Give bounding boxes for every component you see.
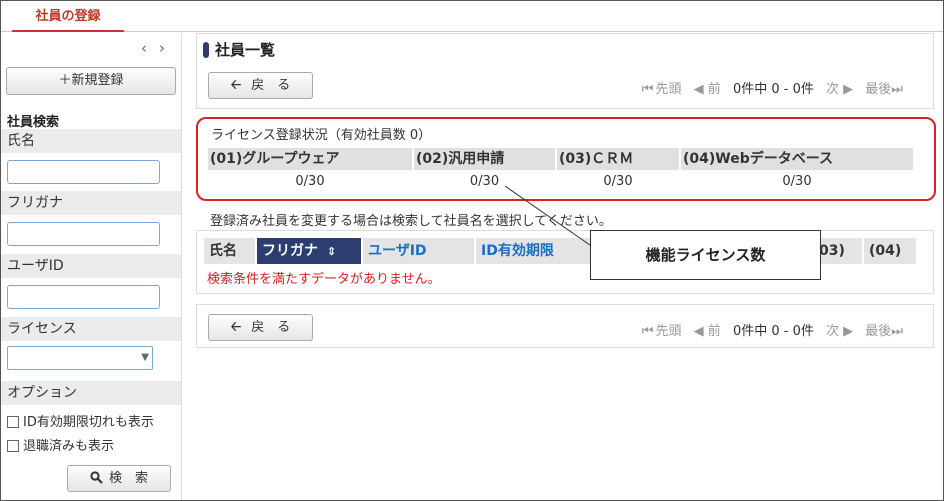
retired-checkbox-label: 退職済みも表示 — [23, 439, 115, 454]
page-title: 社員一覧 — [215, 41, 276, 59]
new-registration-button[interactable]: ＋新規登録 — [6, 67, 176, 95]
back-button-label: 戻 る — [251, 320, 291, 335]
column-header-04: (04) — [864, 238, 916, 264]
pager-first-link[interactable]: ⏮ 先頭 — [642, 82, 682, 97]
license-status-title: ライセンス登録状況（有効社員数 0） — [211, 128, 432, 143]
back-button-bottom[interactable]: 🡠 戻 る — [208, 314, 313, 341]
column-header-name: 氏名 — [204, 238, 255, 264]
back-button-top[interactable]: 🡠 戻 る — [208, 72, 313, 99]
name-label: 氏名 — [1, 129, 181, 153]
arrow-left-icon: 🡠 — [230, 320, 242, 335]
checkbox-icon — [7, 440, 19, 452]
dropdown-arrow-icon: ▼ — [141, 352, 149, 363]
license-col-groupware: (01)グループウェア — [208, 148, 412, 170]
pager-top: ⏮ 先頭 ◀ 前 0件中 0 - 0件 次 ▶ 最後⏭ — [634, 78, 903, 97]
license-col-general-request: (02)汎用申請 — [414, 148, 555, 170]
search-heading: 社員検索 — [7, 115, 60, 130]
kana-input[interactable] — [7, 222, 160, 246]
column-header-kana-label: フリガナ — [262, 243, 318, 259]
license-select[interactable]: ▼ — [7, 346, 153, 370]
column-header-userid[interactable]: ユーザID — [363, 238, 474, 264]
back-button-label: 戻 る — [251, 78, 291, 93]
sidebar-nav: ‹ › — [135, 39, 175, 57]
pager-bottom: ⏮ 先頭 ◀ 前 0件中 0 - 0件 次 ▶ 最後⏭ — [634, 320, 903, 339]
name-input[interactable] — [7, 160, 160, 184]
checkbox-icon — [7, 416, 19, 428]
userid-input[interactable] — [7, 285, 160, 309]
sort-icon: ⇕ — [326, 245, 337, 258]
pager-prev-link[interactable]: ◀ 前 — [694, 324, 721, 339]
title-marker — [203, 42, 209, 58]
list-header-panel: 社員一覧 🡠 戻 る ⏮ 先頭 ◀ 前 0件中 0 - 0件 次 ▶ 最後⏭ — [196, 33, 934, 109]
userid-label: ユーザID — [1, 254, 181, 278]
search-button-label: 検 索 — [108, 471, 148, 486]
callout-function-license-count: 機能ライセンス数 — [590, 230, 821, 280]
column-header-id-expiry[interactable]: ID有効期限 — [476, 238, 596, 264]
pager-first-link[interactable]: ⏮ 先頭 — [642, 324, 682, 339]
kana-label: フリガナ — [1, 191, 181, 215]
magnifier-icon — [90, 471, 103, 484]
license-value-webdb: 0/30 — [782, 174, 812, 189]
pager-status: 0件中 0 - 0件 — [732, 324, 814, 339]
empty-result-message: 検索条件を満たすデータがありません。 — [207, 272, 441, 287]
pager-last-link[interactable]: 最後⏭ — [865, 82, 903, 97]
license-col-webdb: (04)Webデータベース — [681, 148, 913, 170]
list-footer-panel: 🡠 戻 る ⏮ 先頭 ◀ 前 0件中 0 - 0件 次 ▶ 最後⏭ — [196, 304, 934, 348]
pager-prev-link[interactable]: ◀ 前 — [694, 82, 721, 97]
option-label: オプション — [1, 381, 181, 405]
arrow-left-icon: 🡠 — [230, 78, 242, 93]
chevron-right-icon[interactable]: › — [153, 39, 171, 57]
chevron-left-icon[interactable]: ‹ — [135, 39, 153, 57]
pager-status: 0件中 0 - 0件 — [732, 82, 814, 97]
pager-last-link[interactable]: 最後⏭ — [865, 324, 903, 339]
tab-bar: 社員の登録 — [1, 1, 943, 32]
expired-checkbox[interactable]: ID有効期限切れも表示 — [7, 414, 154, 432]
license-status-box: ライセンス登録状況（有効社員数 0） (01)グループウェア (02)汎用申請 … — [196, 117, 936, 201]
expired-checkbox-label: ID有効期限切れも表示 — [23, 415, 154, 430]
search-button[interactable]: 検 索 — [67, 465, 171, 492]
instruction-note: 登録済み社員を変更する場合は検索して社員名を選択してください。 — [210, 214, 612, 229]
retired-checkbox[interactable]: 退職済みも表示 — [7, 438, 114, 456]
pager-next-link[interactable]: 次 ▶ — [826, 324, 853, 339]
column-header-03-label: 03) — [819, 243, 845, 259]
column-header-kana[interactable]: フリガナ ⇕ — [257, 238, 361, 264]
license-label: ライセンス — [1, 317, 181, 341]
license-value-groupware: 0/30 — [295, 174, 325, 189]
sidebar: ‹ › ＋新規登録 社員検索 氏名 フリガナ ユーザID ライセンス ▼ オプショ… — [1, 33, 182, 500]
tab-employee-registration[interactable]: 社員の登録 — [12, 8, 124, 32]
pager-next-link[interactable]: 次 ▶ — [826, 82, 853, 97]
license-col-crm: (03)ＣＲＭ — [557, 148, 679, 170]
license-value-general-request: 0/30 — [469, 174, 500, 189]
license-value-crm: 0/30 — [603, 174, 633, 189]
